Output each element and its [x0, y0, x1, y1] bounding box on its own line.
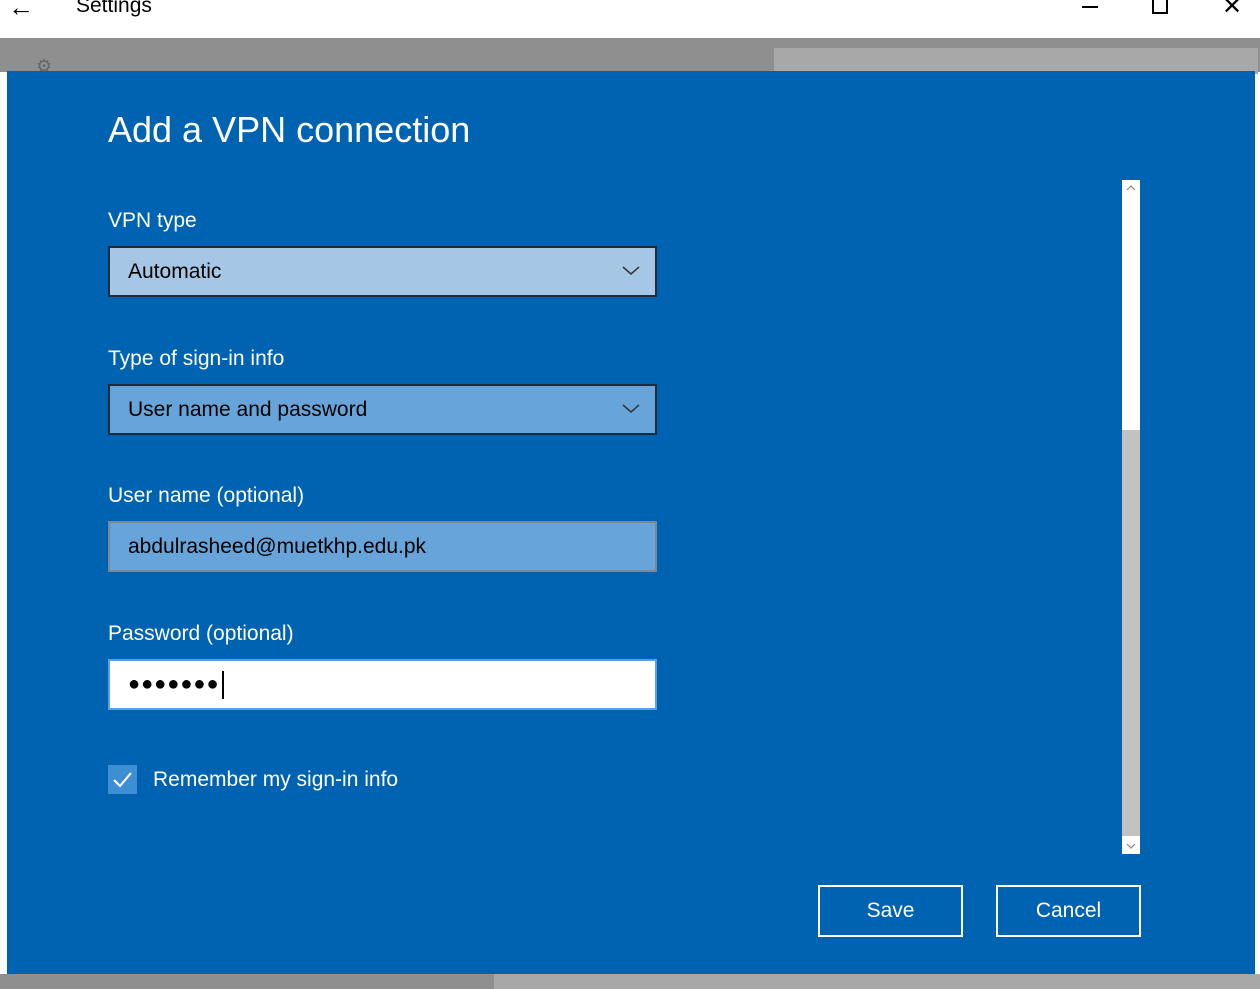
remember-signin-row[interactable]: Remember my sign-in info	[108, 765, 398, 794]
checkmark-icon	[113, 772, 132, 788]
chevron-down-icon	[622, 266, 640, 275]
signin-type-dropdown[interactable]: User name and password	[108, 384, 657, 435]
chevron-down-icon	[622, 404, 640, 413]
add-vpn-dialog: Add a VPN connection VPN type Automatic …	[7, 71, 1255, 974]
scroll-up-icon[interactable]	[1123, 180, 1139, 196]
text-caret	[221, 670, 224, 699]
scroll-down-icon[interactable]	[1123, 838, 1139, 854]
username-label: User name (optional)	[108, 484, 305, 507]
minimize-icon[interactable]	[1082, 6, 1098, 8]
window-title: Settings	[76, 0, 152, 17]
remember-signin-label: Remember my sign-in info	[153, 767, 399, 791]
scrollbar-thumb[interactable]	[1122, 430, 1140, 836]
background-bottom-bar-segment	[494, 974, 1260, 989]
vpn-type-value: Automatic	[128, 259, 222, 283]
background-settings-page: ⚙	[0, 38, 1260, 76]
save-button[interactable]: Save	[818, 885, 963, 937]
back-arrow-icon[interactable]: ←	[8, 0, 34, 23]
close-icon[interactable]: ✕	[1222, 0, 1242, 21]
signin-type-value: User name and password	[128, 397, 368, 421]
dialog-scrollbar[interactable]	[1122, 180, 1140, 854]
signin-type-label: Type of sign-in info	[108, 347, 285, 370]
cancel-button[interactable]: Cancel	[996, 885, 1141, 937]
background-bottom-bar	[0, 974, 1260, 989]
vpn-type-dropdown[interactable]: Automatic	[108, 246, 657, 297]
password-masked-value: ●●●●●●●	[128, 673, 220, 695]
vpn-type-label: VPN type	[108, 209, 197, 232]
username-field[interactable]: abdulrasheed@muetkhp.edu.pk	[108, 521, 657, 572]
window-titlebar: ← Settings ✕	[0, 0, 1260, 38]
maximize-icon[interactable]	[1152, 0, 1168, 14]
username-value: abdulrasheed@muetkhp.edu.pk	[128, 534, 427, 558]
remember-signin-checkbox[interactable]	[108, 765, 137, 794]
password-label: Password (optional)	[108, 622, 294, 645]
password-field[interactable]: ●●●●●●●	[108, 659, 657, 710]
dialog-title: Add a VPN connection	[108, 109, 471, 150]
